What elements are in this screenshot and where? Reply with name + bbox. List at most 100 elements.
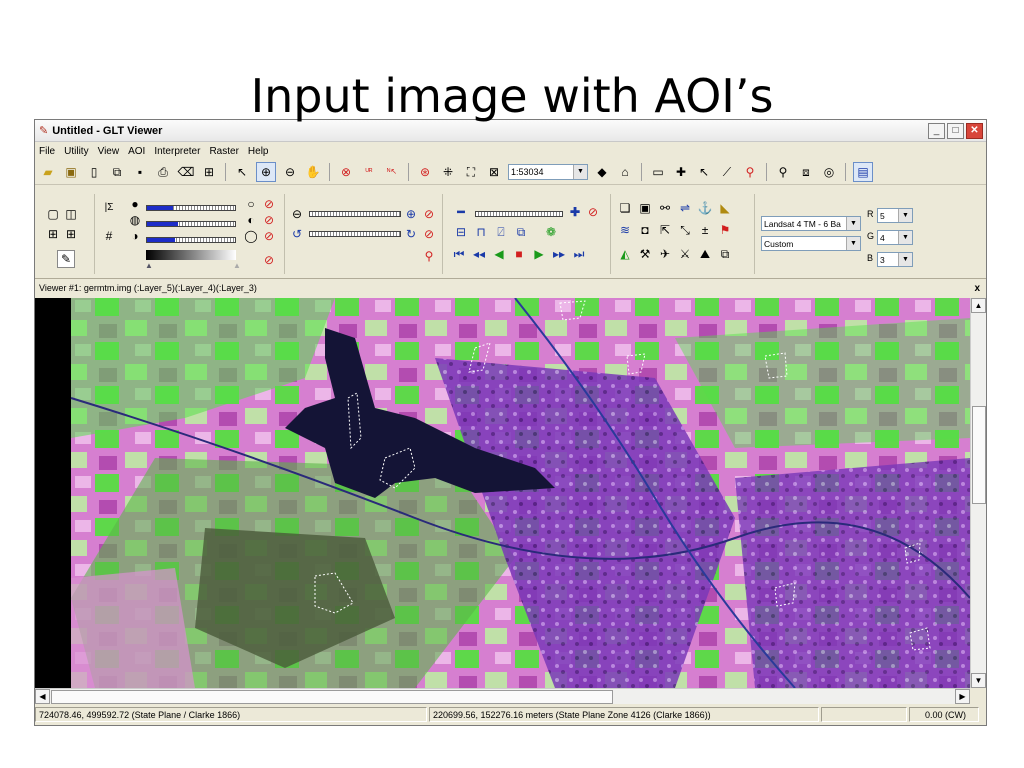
zoom-minus-icon[interactable]: ⊖ bbox=[289, 206, 305, 222]
reset-view-icon[interactable]: ⚲ bbox=[421, 248, 437, 264]
frame-c-icon[interactable]: ⍁ bbox=[493, 224, 509, 240]
zoom-to-center-icon[interactable]: ⁜ bbox=[439, 163, 457, 181]
copy-document-icon[interactable]: ⧉ bbox=[108, 163, 126, 181]
window-icon[interactable]: ▤ bbox=[853, 162, 873, 182]
rotate-right-icon[interactable]: ↻ bbox=[403, 226, 419, 242]
stretch-select[interactable]: Custom ▼ bbox=[761, 236, 861, 251]
stack-icon[interactable]: ≋ bbox=[617, 222, 633, 238]
pointer-icon[interactable]: ↖ bbox=[233, 163, 251, 181]
viewer-close-button[interactable]: x bbox=[974, 283, 980, 294]
layer-info-icon[interactable]: ⧈ bbox=[797, 163, 815, 181]
contrast-slider[interactable] bbox=[146, 221, 236, 227]
rotate-left-icon[interactable]: ↺ bbox=[289, 226, 305, 242]
tool-e-icon[interactable]: ⧉ bbox=[717, 246, 733, 262]
low-handle-icon[interactable]: ▲ bbox=[141, 258, 157, 274]
measure-line-icon[interactable]: ▭ bbox=[649, 163, 667, 181]
grid-icon[interactable]: # bbox=[101, 228, 117, 244]
menu-raster[interactable]: Raster bbox=[209, 146, 238, 157]
sum-icon[interactable]: |Σ bbox=[101, 200, 117, 216]
red-band-select[interactable]: 5 ▼ bbox=[877, 208, 913, 223]
info-icon[interactable]: ⊞ bbox=[200, 163, 218, 181]
open-folder-icon[interactable]: ▰ bbox=[39, 163, 57, 181]
last-frame-icon[interactable]: ⏭ bbox=[571, 246, 587, 262]
inquire-arrow-icon[interactable]: ↖ bbox=[695, 163, 713, 181]
menu-help[interactable]: Help bbox=[248, 146, 269, 157]
reset-frame-icon[interactable]: ⊘ bbox=[585, 204, 601, 220]
open-layer-icon[interactable]: ▣ bbox=[62, 163, 80, 181]
frame-slider[interactable] bbox=[475, 211, 563, 217]
green-band-select[interactable]: 4 ▼ bbox=[877, 230, 913, 245]
blue-band-select[interactable]: 3 ▼ bbox=[877, 252, 913, 267]
save-icon[interactable]: ▪ bbox=[131, 163, 149, 181]
clear-icon[interactable]: ⊛ bbox=[416, 163, 434, 181]
swipe-icon[interactable]: ◆ bbox=[593, 163, 611, 181]
image-viewport[interactable] bbox=[35, 298, 970, 688]
circle-outline-icon[interactable]: ○ bbox=[243, 196, 259, 212]
zoom-slider[interactable] bbox=[309, 211, 401, 217]
reset-brightness-icon[interactable]: ⊘ bbox=[261, 196, 277, 212]
export-icon[interactable]: ⇱ bbox=[657, 222, 673, 238]
tool-b-icon[interactable]: ✈ bbox=[657, 246, 673, 262]
zoom-in-icon[interactable]: ⊕ bbox=[256, 162, 276, 182]
play-reverse-icon[interactable]: ◀ bbox=[491, 246, 507, 262]
reset-gamma-icon[interactable]: ⊘ bbox=[261, 228, 277, 244]
anchor-icon[interactable]: ⚓ bbox=[697, 200, 713, 216]
menu-aoi[interactable]: AOI bbox=[128, 146, 145, 157]
crosshair-icon[interactable]: ✚ bbox=[672, 163, 690, 181]
zoom-out-icon[interactable]: ⊖ bbox=[281, 163, 299, 181]
scale-select[interactable]: 1:53034 ▼ bbox=[508, 164, 588, 180]
layers-icon[interactable]: ❏ bbox=[617, 200, 633, 216]
satellite-image[interactable] bbox=[35, 298, 970, 688]
reset-zoom-icon[interactable]: ⊘ bbox=[421, 206, 437, 222]
play-icon[interactable]: ▶ bbox=[531, 246, 547, 262]
gcp-icon[interactable]: ⚑ bbox=[717, 222, 733, 238]
plus-icon[interactable]: ✚ bbox=[567, 204, 583, 220]
step-back-icon[interactable]: ◂◂ bbox=[471, 246, 487, 262]
single-pane-icon[interactable]: ▢ bbox=[45, 206, 61, 222]
split-pane-icon[interactable]: ◫ bbox=[63, 206, 79, 222]
menu-view[interactable]: View bbox=[98, 146, 120, 157]
zoom-plus-icon[interactable]: ⊕ bbox=[403, 206, 419, 222]
rotate-slider[interactable] bbox=[309, 231, 401, 237]
eraser-icon[interactable]: ⌫ bbox=[177, 163, 195, 181]
cancel-icon[interactable]: ⊗ bbox=[337, 163, 355, 181]
reset-contrast-icon[interactable]: ⊘ bbox=[261, 212, 277, 228]
rotate-up-icon[interactable]: ᵁᴿ bbox=[360, 163, 378, 181]
menu-file[interactable]: File bbox=[39, 146, 55, 157]
print-icon[interactable]: ⎙ bbox=[154, 163, 172, 181]
grid-pane-icon[interactable]: ⊞ bbox=[63, 226, 79, 242]
scroll-left-icon[interactable]: ◀ bbox=[35, 689, 50, 704]
search-layer-icon[interactable]: ◎ bbox=[820, 163, 838, 181]
minus-icon[interactable]: ━ bbox=[453, 204, 469, 220]
sensor-profile-select[interactable]: Landsat 4 TM - 6 Ba ▼ bbox=[761, 216, 861, 231]
menu-interpreter[interactable]: Interpreter bbox=[154, 146, 200, 157]
profile-graph-icon[interactable]: ⟋ bbox=[718, 163, 736, 181]
horizontal-scroll-thumb[interactable] bbox=[51, 690, 613, 704]
annotate-icon[interactable]: ± bbox=[697, 222, 713, 238]
edit-icon[interactable]: ✎ bbox=[57, 250, 75, 268]
vertical-scroll-thumb[interactable] bbox=[972, 406, 986, 504]
display-icon[interactable]: ▣ bbox=[637, 200, 653, 216]
scroll-down-icon[interactable]: ▼ bbox=[971, 673, 986, 688]
resize-icon[interactable]: ⤡ bbox=[677, 222, 693, 238]
tool-a-icon[interactable]: ⚒ bbox=[637, 246, 653, 262]
tool-d-icon[interactable]: ⛰ bbox=[697, 246, 713, 262]
link-icon[interactable]: ⚯ bbox=[657, 200, 673, 216]
first-frame-icon[interactable]: ⏮ bbox=[451, 246, 467, 262]
step-forward-icon[interactable]: ▸▸ bbox=[551, 246, 567, 262]
frame-d-icon[interactable]: ⧉ bbox=[513, 224, 529, 240]
reset-histogram-icon[interactable]: ⊘ bbox=[261, 252, 277, 268]
terrain-icon[interactable]: ◭ bbox=[617, 246, 633, 262]
reset-rotate-icon[interactable]: ⊘ bbox=[421, 226, 437, 242]
scroll-up-icon[interactable]: ▲ bbox=[971, 298, 986, 313]
magnifier-icon[interactable]: ⚲ bbox=[774, 163, 792, 181]
full-extent-icon[interactable]: ⊠ bbox=[485, 163, 503, 181]
fit-to-window-icon[interactable]: ⛶ bbox=[462, 163, 480, 181]
quad-pane-icon[interactable]: ⊞ bbox=[45, 226, 61, 242]
ruler-icon[interactable]: ◣ bbox=[717, 200, 733, 216]
camera-icon[interactable]: ◘ bbox=[637, 222, 653, 238]
scroll-right-icon[interactable]: ▶ bbox=[955, 689, 970, 704]
vertical-scrollbar[interactable]: ▲ ▼ bbox=[970, 298, 986, 688]
snail-icon[interactable]: ❁ bbox=[543, 224, 559, 240]
gamma-slider[interactable] bbox=[146, 237, 236, 243]
